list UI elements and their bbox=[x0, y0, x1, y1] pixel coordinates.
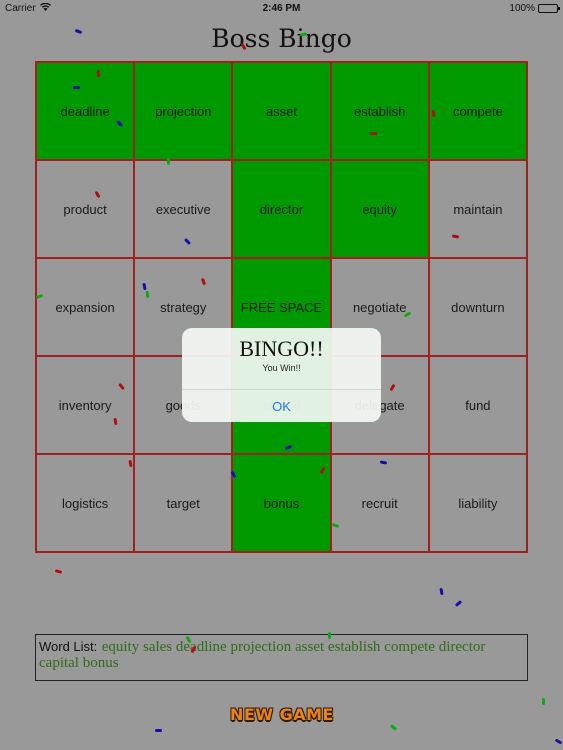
bingo-cell-word: strategy bbox=[160, 299, 207, 315]
bingo-cell[interactable]: deadline bbox=[36, 62, 135, 160]
bingo-cell-word: maintain bbox=[453, 201, 503, 217]
confetti-piece bbox=[167, 158, 170, 165]
status-right: 100% bbox=[509, 3, 560, 14]
bingo-cell-word: recruit bbox=[361, 495, 398, 511]
confetti-piece bbox=[389, 724, 398, 731]
bingo-cell-word: director bbox=[259, 201, 304, 217]
bingo-cell[interactable]: equity bbox=[330, 160, 429, 258]
bingo-cell-word: FREE SPACE bbox=[240, 299, 323, 315]
bingo-cell-word: compete bbox=[452, 103, 503, 119]
word-list-words: equity sales deadline projection asset e… bbox=[39, 639, 486, 671]
confetti-piece bbox=[73, 86, 80, 89]
bingo-cell-word: product bbox=[63, 201, 107, 217]
bingo-cell[interactable]: executive bbox=[134, 160, 233, 258]
bingo-cell-word: logistics bbox=[61, 495, 109, 511]
confetti-piece bbox=[454, 600, 463, 607]
bingo-cell[interactable]: establish bbox=[330, 62, 429, 160]
bingo-cell-word: inventory bbox=[58, 397, 112, 413]
bingo-cell-word: bonus bbox=[263, 495, 300, 511]
bingo-cell[interactable]: compete bbox=[428, 62, 527, 160]
alert-message: You Win!! bbox=[262, 363, 301, 373]
status-time: 2:46 PM bbox=[262, 3, 301, 14]
confetti-piece bbox=[328, 632, 331, 639]
bingo-cell[interactable]: inventory bbox=[36, 356, 135, 454]
bingo-cell[interactable]: logistics bbox=[36, 454, 135, 552]
bingo-cell[interactable]: director bbox=[232, 160, 331, 258]
confetti-piece bbox=[54, 569, 63, 574]
bingo-cell-word: deadline bbox=[60, 103, 110, 119]
battery-icon bbox=[538, 4, 560, 13]
new-game-button[interactable]: NEW GAME bbox=[226, 702, 338, 726]
word-list-box: Word List: equity sales deadline project… bbox=[35, 634, 528, 681]
bingo-cell[interactable]: target bbox=[134, 454, 233, 552]
confetti-piece bbox=[554, 738, 563, 745]
bingo-cell[interactable]: downturn bbox=[428, 258, 527, 356]
confetti-piece bbox=[542, 698, 545, 705]
bingo-cell-word: asset bbox=[265, 103, 298, 119]
bingo-board: deadline projection asset establish compete p… bbox=[35, 61, 528, 553]
bingo-cell[interactable]: maintain bbox=[428, 160, 527, 258]
bingo-alert-dialog: BINGO!! You Win!! OK bbox=[182, 328, 381, 422]
bingo-cell[interactable]: recruit bbox=[330, 454, 429, 552]
confetti-piece bbox=[370, 132, 377, 135]
bingo-cell[interactable]: asset bbox=[232, 62, 331, 160]
bingo-cell-word: equity bbox=[362, 201, 398, 217]
bingo-cell-word: executive bbox=[155, 201, 211, 217]
bingo-cell[interactable]: product bbox=[36, 160, 135, 258]
bingo-cell[interactable]: expansion bbox=[36, 258, 135, 356]
bingo-cell-word: establish bbox=[354, 103, 406, 119]
confetti-piece bbox=[439, 587, 444, 596]
alert-ok-button[interactable]: OK bbox=[182, 390, 381, 422]
page-title: Boss Bingo bbox=[211, 24, 352, 53]
status-bar: Carrier 2:46 PM 100% bbox=[0, 0, 563, 18]
bingo-cell[interactable]: bonus bbox=[232, 454, 331, 552]
word-list-label: Word List: bbox=[39, 639, 98, 654]
bingo-cell-word: expansion bbox=[55, 299, 115, 315]
bingo-cell-word: negotiate bbox=[352, 299, 407, 315]
bingo-cell-word: projection bbox=[155, 103, 212, 119]
battery-percent: 100% bbox=[509, 3, 535, 14]
bingo-cell[interactable]: fund bbox=[428, 356, 527, 454]
bingo-cell-word: downturn bbox=[451, 299, 505, 315]
confetti-piece bbox=[155, 729, 162, 732]
bingo-cell[interactable]: projection bbox=[134, 62, 233, 160]
alert-title: BINGO!! bbox=[239, 336, 324, 361]
bingo-cell-word: liability bbox=[458, 495, 498, 511]
bingo-cell-word: target bbox=[166, 495, 200, 511]
bingo-cell-word: fund bbox=[465, 397, 491, 413]
bingo-cell[interactable]: liability bbox=[428, 454, 527, 552]
